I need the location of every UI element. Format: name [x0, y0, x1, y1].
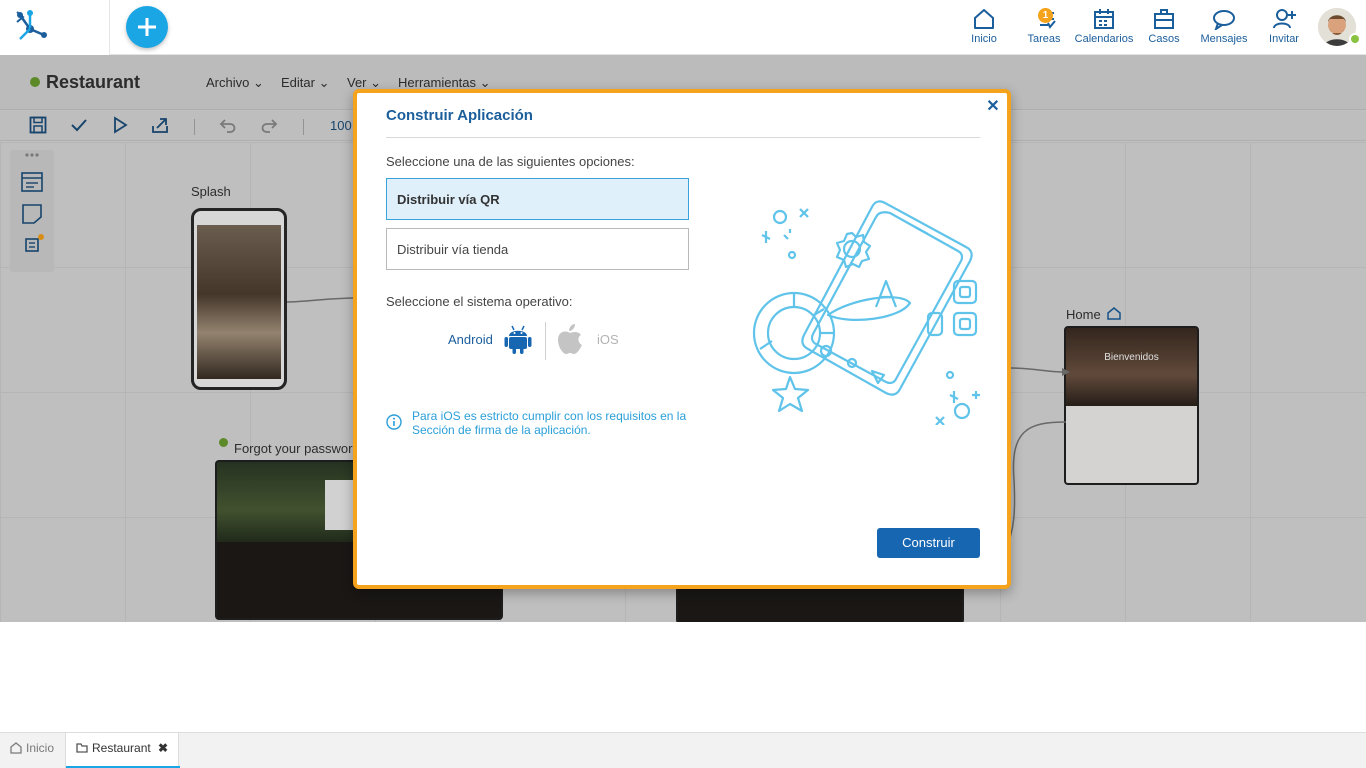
os-ios-option[interactable]: iOS: [597, 332, 619, 347]
nav-label: Casos: [1148, 33, 1180, 45]
build-app-illustration: [752, 200, 980, 425]
online-status-dot: [1349, 33, 1361, 45]
android-icon[interactable]: [504, 325, 532, 355]
tasks-badge: 1: [1038, 8, 1053, 23]
dialog-divider: [386, 137, 980, 138]
nav-label: Mensajes: [1200, 33, 1248, 45]
tab-label: Inicio: [26, 741, 55, 755]
close-icon[interactable]: ✕: [985, 99, 1001, 115]
nav-label: Tareas: [1027, 33, 1061, 45]
dialog-title: Construir Aplicación: [386, 107, 533, 124]
nav-calendarios[interactable]: Calendarios: [1074, 8, 1134, 45]
tab-restaurant[interactable]: Restaurant ✖: [65, 733, 180, 768]
nav-label: Invitar: [1269, 33, 1299, 45]
folder-icon: [76, 743, 88, 753]
option-label: Distribuir vía QR: [397, 192, 500, 207]
chevron-right-icon[interactable]: [14, 9, 26, 25]
os-android-option[interactable]: Android: [448, 332, 493, 347]
option-label: Distribuir vía tienda: [397, 242, 509, 257]
invite-user-icon: [1273, 9, 1296, 29]
nav-tareas[interactable]: 1 Tareas: [1014, 8, 1074, 45]
message-icon: [1213, 10, 1235, 30]
home-icon: [10, 742, 22, 754]
nav-mensajes[interactable]: Mensajes: [1194, 8, 1254, 45]
info-text: Para iOS es estricto cumplir con los req…: [412, 409, 687, 437]
apple-icon[interactable]: [556, 323, 584, 355]
os-divider: [545, 322, 546, 360]
tab-inicio[interactable]: Inicio: [0, 733, 65, 768]
home-icon: [974, 9, 994, 29]
nav-label: Inicio: [971, 33, 997, 45]
options-prompt: Seleccione una de las siguientes opcione…: [386, 154, 635, 169]
top-bar: Inicio 1 Tareas Calendarios Casos Mensaj…: [0, 0, 1366, 55]
build-button[interactable]: Construir: [877, 528, 980, 558]
briefcase-icon: [1154, 9, 1174, 29]
plus-icon: [138, 18, 156, 36]
option-distribute-qr[interactable]: Distribuir vía QR: [386, 178, 689, 220]
os-prompt: Seleccione el sistema operativo:: [386, 294, 573, 309]
os-selector: Android iOS: [386, 317, 689, 360]
tab-label: Restaurant: [92, 741, 151, 755]
nav-inicio[interactable]: Inicio: [954, 8, 1014, 45]
add-button[interactable]: [126, 6, 168, 48]
nav-label: Calendarios: [1074, 33, 1134, 45]
calendar-icon: [1094, 9, 1114, 29]
bottom-tab-bar: Inicio Restaurant ✖: [0, 732, 1366, 768]
build-app-dialog: Construir Aplicación ✕ Seleccione una de…: [353, 89, 1011, 589]
logo-area: [0, 0, 110, 55]
info-icon: [386, 414, 402, 430]
nav-casos[interactable]: Casos: [1134, 8, 1194, 45]
option-distribute-store[interactable]: Distribuir vía tienda: [386, 228, 689, 270]
nav-invitar[interactable]: Invitar: [1254, 8, 1314, 45]
close-tab-icon[interactable]: ✖: [158, 741, 168, 755]
